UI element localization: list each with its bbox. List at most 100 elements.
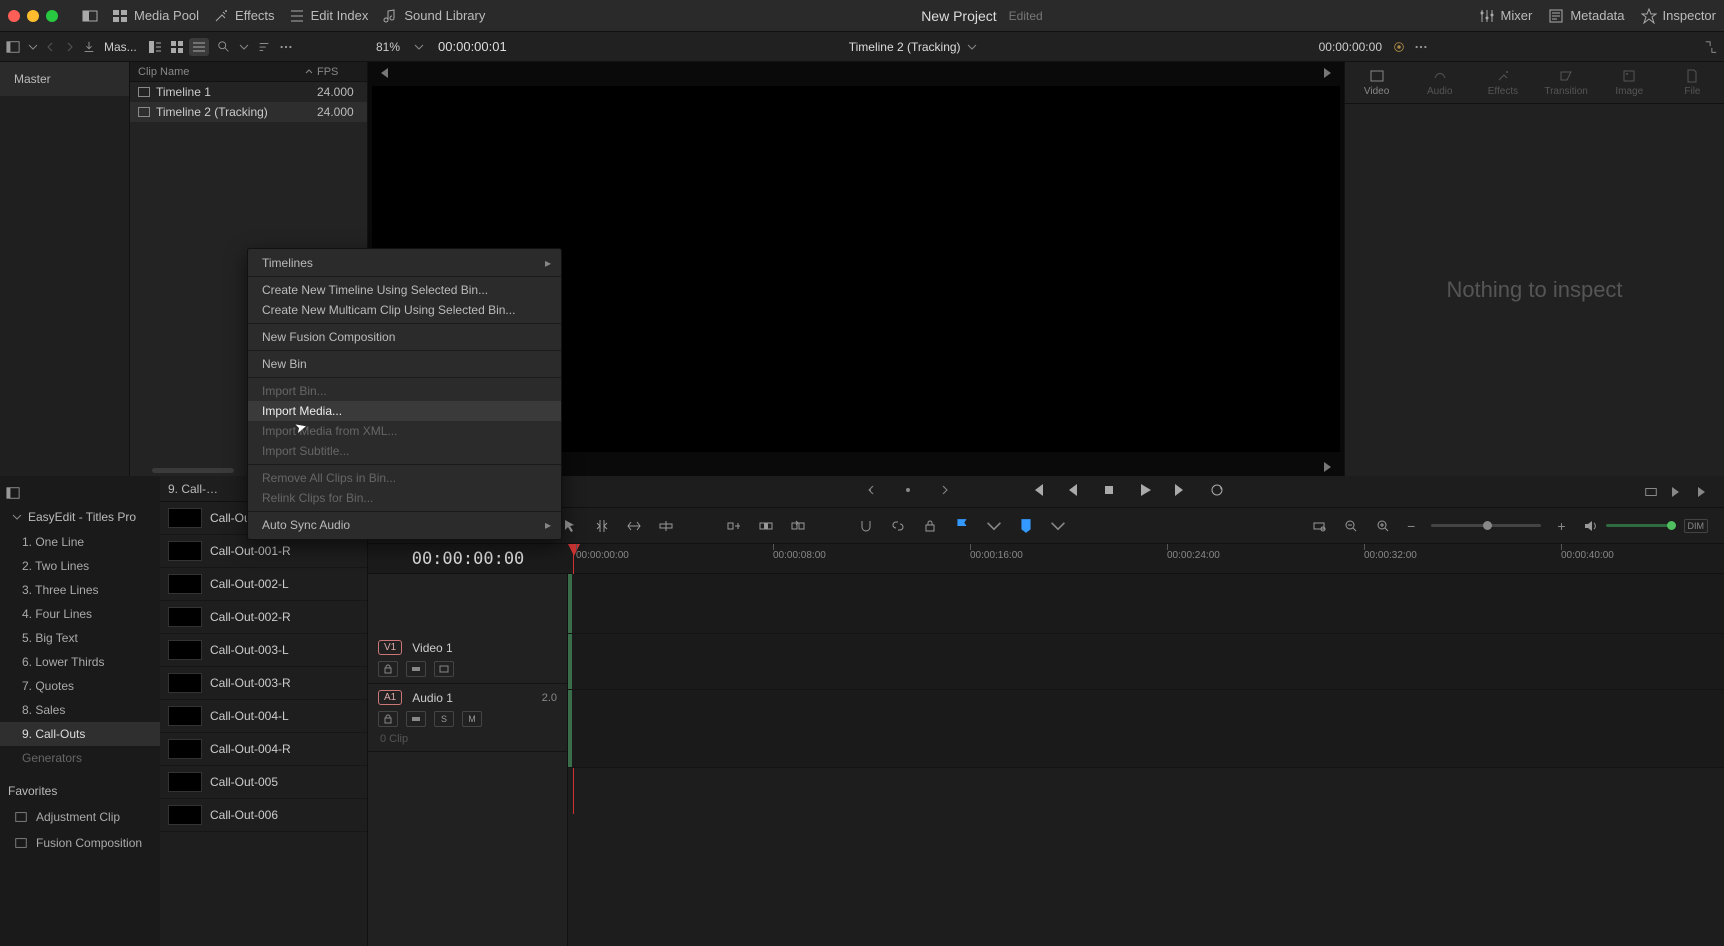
view-metadata-icon[interactable] <box>145 38 165 56</box>
category-item[interactable]: 2. Two Lines <box>0 554 160 578</box>
track-lanes[interactable] <box>568 574 1724 946</box>
generators-category[interactable]: Generators <box>0 746 160 770</box>
last-frame-icon[interactable] <box>1696 485 1710 499</box>
category-item[interactable]: 5. Big Text <box>0 626 160 650</box>
viewer-more-icon[interactable] <box>1414 40 1428 54</box>
snap-icon[interactable] <box>858 518 874 534</box>
expand-inspector-icon[interactable] <box>1704 40 1718 54</box>
metadata-button[interactable]: Metadata <box>1548 8 1624 24</box>
auto-select-icon[interactable] <box>406 661 426 677</box>
more-icon[interactable] <box>279 40 293 54</box>
mixer-button[interactable]: Mixer <box>1479 8 1533 24</box>
context-menu-item[interactable]: Create New Timeline Using Selected Bin..… <box>248 280 561 300</box>
layout-icon[interactable] <box>82 8 98 24</box>
custom-zoom-icon[interactable] <box>1375 518 1391 534</box>
preset-item[interactable]: Call-Out-003-R <box>160 667 367 700</box>
zoom-out[interactable]: − <box>1407 518 1415 534</box>
preset-item[interactable]: Call-Out-004-R <box>160 733 367 766</box>
sort-icon[interactable] <box>257 40 271 54</box>
track-lock-icon[interactable] <box>378 661 398 677</box>
clip-row[interactable]: Timeline 2 (Tracking) 24.000 <box>130 102 367 122</box>
a1-badge[interactable]: A1 <box>378 690 402 705</box>
context-menu-item[interactable]: Timelines▸ <box>248 253 561 273</box>
inspector-tab-transition[interactable]: Transition <box>1535 62 1598 103</box>
close-window[interactable] <box>8 10 20 22</box>
view-thumb-icon[interactable] <box>167 38 187 56</box>
prev-clip-icon[interactable] <box>867 483 881 500</box>
panel-toggle-icon[interactable] <box>6 486 20 500</box>
favorite-item[interactable]: Adjustment Clip <box>0 804 160 830</box>
step-back-icon[interactable] <box>1065 482 1081 501</box>
auto-select-icon[interactable] <box>406 711 426 727</box>
pack-header[interactable]: EasyEdit - Titles Pro <box>0 504 160 530</box>
solo-button[interactable]: S <box>434 711 454 727</box>
category-item[interactable]: 6. Lower Thirds <box>0 650 160 674</box>
category-item[interactable]: 9. Call-Outs <box>0 722 160 746</box>
viewer-title-chevron[interactable] <box>967 42 977 52</box>
dynamic-trim-icon[interactable] <box>626 518 642 534</box>
edit-index-button[interactable]: Edit Index <box>289 8 369 24</box>
bin-master[interactable]: Master <box>0 62 129 96</box>
category-item[interactable]: 8. Sales <box>0 698 160 722</box>
clip-row[interactable]: Timeline 1 24.000 <box>130 82 367 102</box>
volume-slider[interactable] <box>1606 524 1676 527</box>
link-icon[interactable] <box>890 518 906 534</box>
timecode-right[interactable]: 00:00:00:00 <box>1319 40 1382 54</box>
inspector-button[interactable]: Inspector <box>1641 8 1716 24</box>
zoom-chevron[interactable] <box>414 42 424 52</box>
next-marker-icon[interactable] <box>1670 485 1684 499</box>
prev-edit-icon[interactable] <box>376 66 390 80</box>
effects-button[interactable]: Effects <box>213 8 275 24</box>
search-icon[interactable] <box>217 40 231 54</box>
media-pool-button[interactable]: Media Pool <box>112 8 199 24</box>
inspector-tab-file[interactable]: File <box>1661 62 1724 103</box>
preset-item[interactable]: Call-Out-002-R <box>160 601 367 634</box>
category-item[interactable]: 1. One Line <box>0 530 160 554</box>
preset-item[interactable]: Call-Out-002-L <box>160 568 367 601</box>
next-clip-icon[interactable] <box>935 483 949 500</box>
timecode-left[interactable]: 00:00:00:01 <box>438 39 507 54</box>
video-track-header[interactable]: V1 Video 1 <box>368 634 567 684</box>
stop-icon[interactable] <box>1101 482 1117 501</box>
preset-item[interactable]: Call-Out-004-L <box>160 700 367 733</box>
current-bin[interactable]: Mas... <box>104 40 137 54</box>
favorite-item[interactable]: Fusion Composition <box>0 830 160 856</box>
go-start-icon[interactable] <box>1029 482 1045 501</box>
flag-blue-icon[interactable] <box>954 518 970 534</box>
sound-library-button[interactable]: Sound Library <box>382 8 485 24</box>
trim-tool-icon[interactable] <box>594 518 610 534</box>
replace-clip-icon[interactable] <box>790 518 806 534</box>
marker-opts-chevron[interactable] <box>1050 518 1066 534</box>
timeline-timecode[interactable]: 00:00:00:00 <box>368 549 568 569</box>
zoom-slider[interactable] <box>1431 524 1541 527</box>
preset-item[interactable]: Call-Out-006 <box>160 799 367 832</box>
marker-blue-icon[interactable] <box>1018 518 1034 534</box>
track-lock-icon[interactable] <box>378 711 398 727</box>
chevron-down-icon[interactable] <box>28 42 38 52</box>
bypass-icon[interactable] <box>1392 40 1406 54</box>
loop-icon[interactable] <box>1209 482 1225 501</box>
zoom-in[interactable]: + <box>1557 518 1565 534</box>
play-icon[interactable] <box>1137 482 1153 501</box>
context-menu-item[interactable]: Create New Multicam Clip Using Selected … <box>248 300 561 320</box>
lock-icon[interactable] <box>922 518 938 534</box>
next-edit-icon-top[interactable] <box>1322 66 1336 80</box>
audio-track-header[interactable]: A1 Audio 1 2.0 S M 0 Clip <box>368 684 567 752</box>
inspector-tab-audio[interactable]: Audio <box>1408 62 1471 103</box>
inspector-tab-effects[interactable]: Effects <box>1471 62 1534 103</box>
col-clip-name[interactable]: Clip Name <box>130 66 317 78</box>
viewer-zoom[interactable]: 81% <box>376 40 400 54</box>
viewer-title[interactable]: Timeline 2 (Tracking) <box>849 40 961 54</box>
mute-button[interactable]: M <box>462 711 482 727</box>
inspector-tab-image[interactable]: Image <box>1598 62 1661 103</box>
category-item[interactable]: 4. Four Lines <box>0 602 160 626</box>
category-item[interactable]: 7. Quotes <box>0 674 160 698</box>
minimize-window[interactable] <box>27 10 39 22</box>
view-list-icon[interactable] <box>189 38 209 56</box>
preset-item[interactable]: Call-Out-003-L <box>160 634 367 667</box>
search-opts-chevron[interactable] <box>239 42 249 52</box>
flag-opts-chevron[interactable] <box>986 518 1002 534</box>
context-menu-item[interactable]: Auto Sync Audio▸ <box>248 515 561 535</box>
category-item[interactable]: 3. Three Lines <box>0 578 160 602</box>
context-menu-item[interactable]: New Bin <box>248 354 561 374</box>
